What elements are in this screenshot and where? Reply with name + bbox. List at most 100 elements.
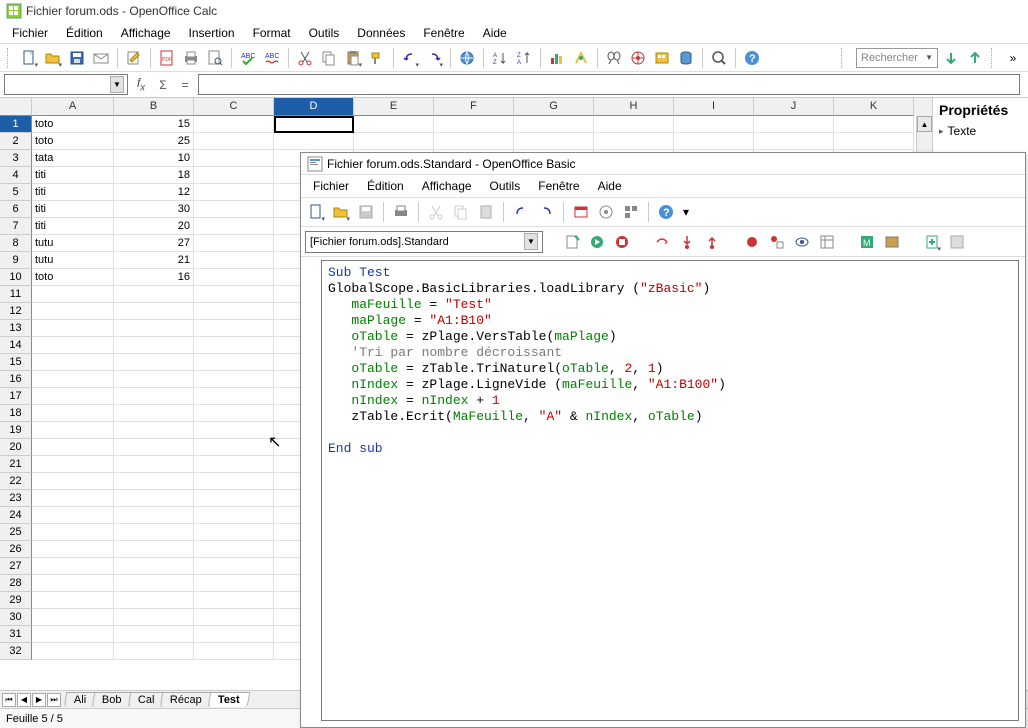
scroll-up-button[interactable]: ▲ <box>917 116 932 132</box>
cell-C10[interactable] <box>194 269 274 286</box>
edit-button[interactable] <box>123 47 145 69</box>
cell-B19[interactable] <box>114 422 194 439</box>
cell-A8[interactable]: tutu <box>32 235 114 252</box>
cell-C30[interactable] <box>194 609 274 626</box>
cell-B25[interactable] <box>114 524 194 541</box>
cell-A18[interactable] <box>32 405 114 422</box>
cell-A32[interactable] <box>32 643 114 660</box>
cell-C7[interactable] <box>194 218 274 235</box>
cell-C22[interactable] <box>194 473 274 490</box>
row-header-2[interactable]: 2 <box>0 133 32 150</box>
column-header-A[interactable]: A <box>32 98 114 116</box>
row-header-17[interactable]: 17 <box>0 388 32 405</box>
cell-C14[interactable] <box>194 337 274 354</box>
row-header-30[interactable]: 30 <box>0 609 32 626</box>
cell-F2[interactable] <box>434 133 514 150</box>
menu-format[interactable]: Format <box>245 23 299 43</box>
row-header-31[interactable]: 31 <box>0 626 32 643</box>
menu-view[interactable]: Affichage <box>113 23 179 43</box>
row-header-23[interactable]: 23 <box>0 490 32 507</box>
zoom-button[interactable] <box>708 47 730 69</box>
paste-button[interactable] <box>342 47 364 69</box>
ide-menu-help[interactable]: Aide <box>590 176 630 196</box>
cell-C27[interactable] <box>194 558 274 575</box>
watch-button[interactable] <box>791 231 813 253</box>
cell-B31[interactable] <box>114 626 194 643</box>
cell-C20[interactable] <box>194 439 274 456</box>
cell-B4[interactable]: 18 <box>114 167 194 184</box>
cell-A29[interactable] <box>32 592 114 609</box>
row-header-13[interactable]: 13 <box>0 320 32 337</box>
cell-B6[interactable]: 30 <box>114 201 194 218</box>
cell-B8[interactable]: 27 <box>114 235 194 252</box>
cell-C19[interactable] <box>194 422 274 439</box>
cell-C8[interactable] <box>194 235 274 252</box>
cell-J2[interactable] <box>754 133 834 150</box>
column-header-B[interactable]: B <box>114 98 194 116</box>
navigator-button[interactable] <box>627 47 649 69</box>
cell-B2[interactable]: 25 <box>114 133 194 150</box>
cell-B7[interactable]: 20 <box>114 218 194 235</box>
formula-input[interactable] <box>198 74 1020 95</box>
row-header-26[interactable]: 26 <box>0 541 32 558</box>
cell-C29[interactable] <box>194 592 274 609</box>
cell-C26[interactable] <box>194 541 274 558</box>
column-header-H[interactable]: H <box>594 98 674 116</box>
find-prev-button[interactable] <box>964 47 986 69</box>
sheet-tab-test[interactable]: Test <box>208 692 250 707</box>
cell-A13[interactable] <box>32 320 114 337</box>
ide-menu-edit[interactable]: Édition <box>359 176 412 196</box>
row-header-5[interactable]: 5 <box>0 184 32 201</box>
cell-B20[interactable] <box>114 439 194 456</box>
spellcheck-button[interactable]: ABC <box>237 47 259 69</box>
cell-A3[interactable]: tata <box>32 150 114 167</box>
cell-I1[interactable] <box>674 116 754 133</box>
library-selector[interactable]: [Fichier forum.ods].Standard ▼ <box>305 231 543 253</box>
row-header-3[interactable]: 3 <box>0 150 32 167</box>
cell-C12[interactable] <box>194 303 274 320</box>
cell-C17[interactable] <box>194 388 274 405</box>
ide-menu-tools[interactable]: Outils <box>482 176 529 196</box>
column-header-E[interactable]: E <box>354 98 434 116</box>
ide-paste-button[interactable] <box>475 201 497 223</box>
cell-B30[interactable] <box>114 609 194 626</box>
ide-redo-button[interactable] <box>535 201 557 223</box>
row-header-27[interactable]: 27 <box>0 558 32 575</box>
cell-A21[interactable] <box>32 456 114 473</box>
row-header-15[interactable]: 15 <box>0 354 32 371</box>
cell-A25[interactable] <box>32 524 114 541</box>
column-header-I[interactable]: I <box>674 98 754 116</box>
row-header-12[interactable]: 12 <box>0 303 32 320</box>
row-header-22[interactable]: 22 <box>0 473 32 490</box>
stop-button[interactable] <box>611 231 633 253</box>
pdf-export-button[interactable]: PDF <box>156 47 178 69</box>
cell-A14[interactable] <box>32 337 114 354</box>
cell-C16[interactable] <box>194 371 274 388</box>
row-header-8[interactable]: 8 <box>0 235 32 252</box>
cell-G1[interactable] <box>514 116 594 133</box>
compile-button[interactable] <box>561 231 583 253</box>
menu-edit[interactable]: Édition <box>58 23 111 43</box>
insert-source-button[interactable] <box>921 231 943 253</box>
cell-C25[interactable] <box>194 524 274 541</box>
cell-D2[interactable] <box>274 133 354 150</box>
select-all-corner[interactable] <box>0 98 32 116</box>
object-catalog-button[interactable] <box>816 231 838 253</box>
cell-B22[interactable] <box>114 473 194 490</box>
row-header-32[interactable]: 32 <box>0 643 32 660</box>
ide-help-button[interactable]: ? <box>655 201 677 223</box>
cell-C11[interactable] <box>194 286 274 303</box>
cell-D1[interactable] <box>274 116 354 133</box>
cell-G2[interactable] <box>514 133 594 150</box>
row-header-20[interactable]: 20 <box>0 439 32 456</box>
cell-A15[interactable] <box>32 354 114 371</box>
cell-C31[interactable] <box>194 626 274 643</box>
cell-B23[interactable] <box>114 490 194 507</box>
cell-C9[interactable] <box>194 252 274 269</box>
gallery-button[interactable] <box>651 47 673 69</box>
cell-A26[interactable] <box>32 541 114 558</box>
cell-B12[interactable] <box>114 303 194 320</box>
sheet-tab-bob[interactable]: Bob <box>92 692 132 707</box>
cell-A7[interactable]: titi <box>32 218 114 235</box>
breakpoint-mgr-button[interactable] <box>766 231 788 253</box>
